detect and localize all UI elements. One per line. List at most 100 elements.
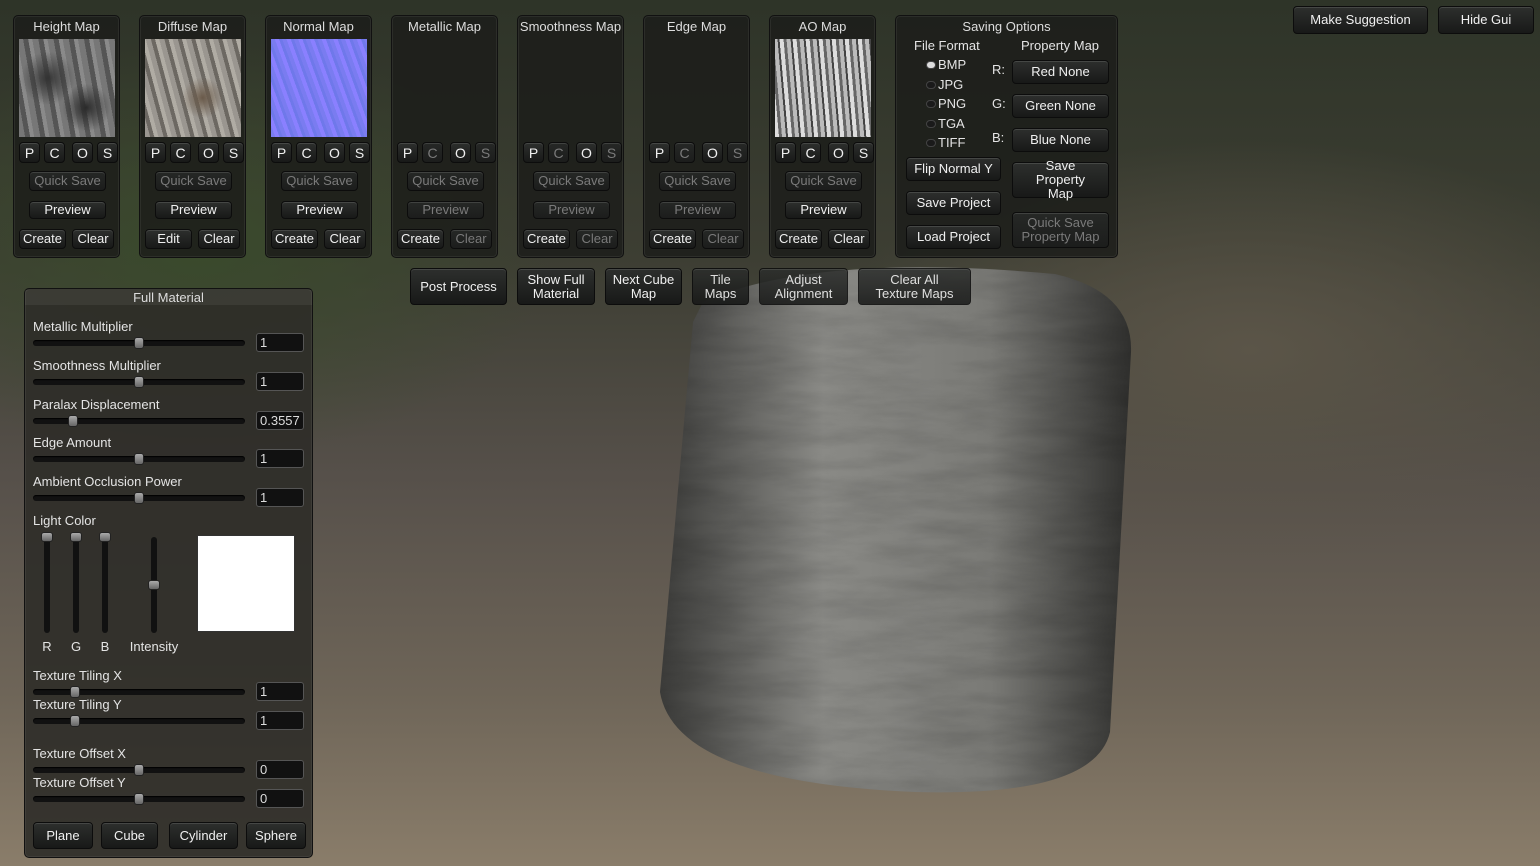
shape-plane-button[interactable]: Plane bbox=[33, 822, 93, 849]
texture-tiling-x-slider[interactable] bbox=[33, 686, 245, 698]
edge-amount-input[interactable]: 1 bbox=[256, 449, 304, 469]
light-b-slider-handle[interactable] bbox=[99, 532, 111, 542]
edge-map-p-button[interactable]: P bbox=[649, 142, 670, 163]
light-g-slider-handle[interactable] bbox=[70, 532, 82, 542]
light-intensity-slider-handle[interactable] bbox=[148, 580, 160, 590]
clear-all-texture-maps-button[interactable]: Clear All Texture Maps bbox=[858, 268, 971, 305]
channel-blue-button[interactable]: Blue None bbox=[1012, 128, 1109, 152]
smoothness-map-o-button[interactable]: O bbox=[576, 142, 597, 163]
normal-map-preview-button[interactable]: Preview bbox=[281, 201, 358, 219]
make-suggestion-button[interactable]: Make Suggestion bbox=[1293, 6, 1428, 34]
smoothness-map-p-button[interactable]: P bbox=[523, 142, 544, 163]
normal-map-clear-button[interactable]: Clear bbox=[324, 229, 366, 249]
diffuse-map-s-button[interactable]: S bbox=[223, 142, 244, 163]
metallic-map-o-button[interactable]: O bbox=[450, 142, 471, 163]
ambient-occlusion-power-slider-handle[interactable] bbox=[134, 492, 144, 505]
height-map-p-button[interactable]: P bbox=[19, 142, 40, 163]
texture-offset-y-slider-handle[interactable] bbox=[134, 793, 144, 805]
hide-gui-button[interactable]: Hide Gui bbox=[1438, 6, 1534, 34]
normal-map-s-button[interactable]: S bbox=[349, 142, 370, 163]
texture-tiling-y-input[interactable]: 1 bbox=[256, 711, 304, 730]
edge-map-o-button[interactable]: O bbox=[702, 142, 723, 163]
tile-maps-button[interactable]: Tile Maps bbox=[692, 268, 749, 305]
smoothness-map-c-button[interactable]: C bbox=[548, 142, 569, 163]
format-label-bmp[interactable]: BMP bbox=[938, 57, 966, 72]
format-radio-tiff[interactable] bbox=[926, 139, 936, 147]
ao-map-thumbnail[interactable] bbox=[775, 39, 871, 137]
metallic-multiplier-slider[interactable] bbox=[33, 337, 245, 349]
edge-map-c-button[interactable]: C bbox=[674, 142, 695, 163]
height-map-s-button[interactable]: S bbox=[97, 142, 118, 163]
channel-green-button[interactable]: Green None bbox=[1012, 94, 1109, 118]
ao-map-c-button[interactable]: C bbox=[800, 142, 821, 163]
load-project-button[interactable]: Load Project bbox=[906, 225, 1001, 249]
quick-save-property-map-button[interactable]: Quick Save Property Map bbox=[1012, 212, 1109, 248]
smoothness-multiplier-slider-handle[interactable] bbox=[134, 375, 144, 388]
edge-amount-slider-handle[interactable] bbox=[134, 453, 144, 466]
texture-tiling-x-input[interactable]: 1 bbox=[256, 682, 304, 701]
height-map-o-button[interactable]: O bbox=[72, 142, 93, 163]
ao-map-s-button[interactable]: S bbox=[853, 142, 874, 163]
format-label-tiff[interactable]: TIFF bbox=[938, 135, 965, 150]
edge-map-clear-button[interactable]: Clear bbox=[702, 229, 744, 249]
format-label-tga[interactable]: TGA bbox=[938, 116, 965, 131]
normal-map-create-button[interactable]: Create bbox=[271, 229, 318, 249]
channel-red-button[interactable]: Red None bbox=[1012, 60, 1109, 84]
ambient-occlusion-power-input[interactable]: 1 bbox=[256, 488, 304, 508]
save-property-map-button[interactable]: Save Property Map bbox=[1012, 159, 1109, 201]
diffuse-map-thumbnail[interactable] bbox=[145, 39, 241, 137]
post-process-button[interactable]: Post Process bbox=[410, 268, 507, 305]
metallic-map-c-button[interactable]: C bbox=[422, 142, 443, 163]
metallic-map-s-button[interactable]: S bbox=[475, 142, 496, 163]
format-radio-jpg[interactable] bbox=[926, 80, 936, 89]
texture-tiling-y-slider[interactable] bbox=[33, 715, 245, 727]
material-preview-cylinder[interactable] bbox=[655, 262, 1135, 797]
edge-map-s-button[interactable]: S bbox=[727, 142, 748, 163]
normal-map-c-button[interactable]: C bbox=[296, 142, 317, 163]
edge-map-quick-save-button[interactable]: Quick Save bbox=[659, 171, 736, 191]
save-project-button[interactable]: Save Project bbox=[906, 191, 1001, 215]
metallic-multiplier-input[interactable]: 1 bbox=[256, 333, 304, 352]
shape-cube-button[interactable]: Cube bbox=[101, 822, 158, 849]
texture-offset-x-slider[interactable] bbox=[33, 764, 245, 776]
normal-map-thumbnail[interactable] bbox=[271, 39, 367, 137]
diffuse-map-edit-button[interactable]: Edit bbox=[145, 229, 192, 249]
show-full-material-button[interactable]: Show Full Material bbox=[517, 268, 595, 305]
ao-map-clear-button[interactable]: Clear bbox=[828, 229, 870, 249]
height-map-c-button[interactable]: C bbox=[44, 142, 65, 163]
height-map-quick-save-button[interactable]: Quick Save bbox=[29, 171, 106, 191]
ao-map-quick-save-button[interactable]: Quick Save bbox=[785, 171, 862, 191]
ao-map-create-button[interactable]: Create bbox=[775, 229, 822, 249]
flip-normal-y-button[interactable]: Flip Normal Y bbox=[906, 157, 1001, 181]
texture-offset-y-input[interactable]: 0 bbox=[256, 789, 304, 808]
normal-map-o-button[interactable]: O bbox=[324, 142, 345, 163]
diffuse-map-preview-button[interactable]: Preview bbox=[155, 201, 232, 219]
ambient-occlusion-power-slider[interactable] bbox=[33, 492, 245, 505]
diffuse-map-p-button[interactable]: P bbox=[145, 142, 166, 163]
metallic-multiplier-slider-handle[interactable] bbox=[134, 337, 144, 349]
format-label-png[interactable]: PNG bbox=[938, 96, 966, 111]
format-radio-png[interactable] bbox=[926, 100, 936, 108]
diffuse-map-c-button[interactable]: C bbox=[170, 142, 191, 163]
metallic-map-p-button[interactable]: P bbox=[397, 142, 418, 163]
metallic-map-clear-button[interactable]: Clear bbox=[450, 229, 492, 249]
edge-map-create-button[interactable]: Create bbox=[649, 229, 696, 249]
paralax-displacement-input[interactable]: 0.3557 bbox=[256, 410, 304, 430]
diffuse-map-clear-button[interactable]: Clear bbox=[198, 229, 240, 249]
metallic-map-quick-save-button[interactable]: Quick Save bbox=[407, 171, 484, 191]
smoothness-multiplier-input[interactable]: 1 bbox=[256, 371, 304, 391]
next-cube-map-button[interactable]: Next Cube Map bbox=[605, 268, 682, 305]
smoothness-map-s-button[interactable]: S bbox=[601, 142, 622, 163]
format-radio-bmp[interactable] bbox=[926, 61, 936, 69]
smoothness-map-create-button[interactable]: Create bbox=[523, 229, 570, 249]
smoothness-multiplier-slider[interactable] bbox=[33, 375, 245, 388]
shape-sphere-button[interactable]: Sphere bbox=[246, 822, 306, 849]
normal-map-quick-save-button[interactable]: Quick Save bbox=[281, 171, 358, 191]
metallic-map-preview-button[interactable]: Preview bbox=[407, 201, 484, 219]
edge-map-preview-button[interactable]: Preview bbox=[659, 201, 736, 219]
smoothness-map-clear-button[interactable]: Clear bbox=[576, 229, 618, 249]
ao-map-o-button[interactable]: O bbox=[828, 142, 849, 163]
texture-offset-x-input[interactable]: 0 bbox=[256, 760, 304, 779]
paralax-displacement-slider-handle[interactable] bbox=[68, 414, 79, 427]
shape-cylinder-button[interactable]: Cylinder bbox=[169, 822, 238, 849]
